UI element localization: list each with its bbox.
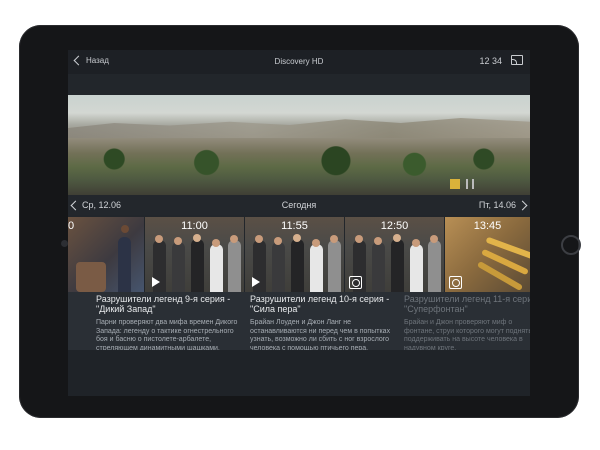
tile-time: 12:50	[380, 220, 409, 232]
camera-dot	[61, 240, 68, 247]
program-description: Парни проверяют два мифа времен Дикого З…	[96, 319, 238, 352]
top-bar: Назад Discovery HD 12 34	[68, 50, 530, 74]
app-screen: Назад Discovery HD 12 34 Ср, 12.06 Сегод…	[68, 50, 530, 396]
next-day-button[interactable]: Пт, 14.06	[478, 200, 528, 210]
tile-time: 11:00	[181, 220, 208, 232]
program-card[interactable]: Разрушители легенд 11-я серия - "Суперфо…	[404, 294, 530, 353]
date-navigation: Ср, 12.06 Сегодня Пт, 14.06	[68, 195, 530, 215]
video-frame-trees	[68, 145, 530, 180]
program-description: Брайан Лоуден и Джон Ланг не останавлива…	[250, 319, 391, 352]
today-label: Сегодня	[281, 200, 317, 210]
pause-icon[interactable]	[466, 179, 474, 189]
program-title: Разрушители легенд 9-я серия - "Дикий За…	[96, 294, 231, 314]
home-button[interactable]	[561, 235, 581, 255]
schedule-tile[interactable]: 0	[68, 217, 144, 292]
video-frame-mountains	[68, 118, 530, 138]
clock: 12 34	[479, 56, 502, 66]
program-title: Разрушители легенд 10-я серия - "Сила пе…	[250, 294, 390, 314]
program-title: Разрушители легенд 11-я серия - "Суперфо…	[404, 294, 530, 314]
schedule-tile[interactable]: 11:00	[145, 217, 244, 292]
tile-time: 0	[68, 220, 75, 232]
program-description: Брайан и Джон проверяют миф о фонтане, с…	[404, 319, 530, 352]
next-day-label: Пт, 14.06	[478, 200, 516, 210]
video-player[interactable]	[68, 95, 530, 195]
tile-time: 11:55	[281, 220, 308, 232]
play-icon[interactable]	[249, 276, 261, 288]
channel-title: Discovery HD	[274, 57, 324, 66]
alarm-icon[interactable]	[349, 276, 362, 289]
program-card[interactable]: Разрушители легенд 10-я серия - "Сила пе…	[250, 294, 400, 353]
play-icon[interactable]	[149, 276, 161, 288]
schedule-strip: 0 11:00 11:55 12:50 13:45	[68, 217, 530, 292]
cast-icon[interactable]	[511, 55, 523, 65]
schedule-tile[interactable]: 12:50	[345, 217, 444, 292]
alarm-icon[interactable]	[449, 276, 462, 289]
schedule-tile[interactable]: 11:55	[245, 217, 344, 292]
schedule-tile[interactable]: 13:45	[445, 217, 530, 292]
tile-time: 13:45	[473, 220, 502, 232]
program-card[interactable]: Разрушители легенд 9-я серия - "Дикий За…	[96, 294, 246, 353]
subtitles-icon[interactable]	[450, 179, 460, 189]
chevron-right-icon	[517, 200, 528, 210]
program-info-row: Разрушители легенд 9-я серия - "Дикий За…	[68, 292, 530, 353]
empty-panel	[68, 350, 530, 396]
